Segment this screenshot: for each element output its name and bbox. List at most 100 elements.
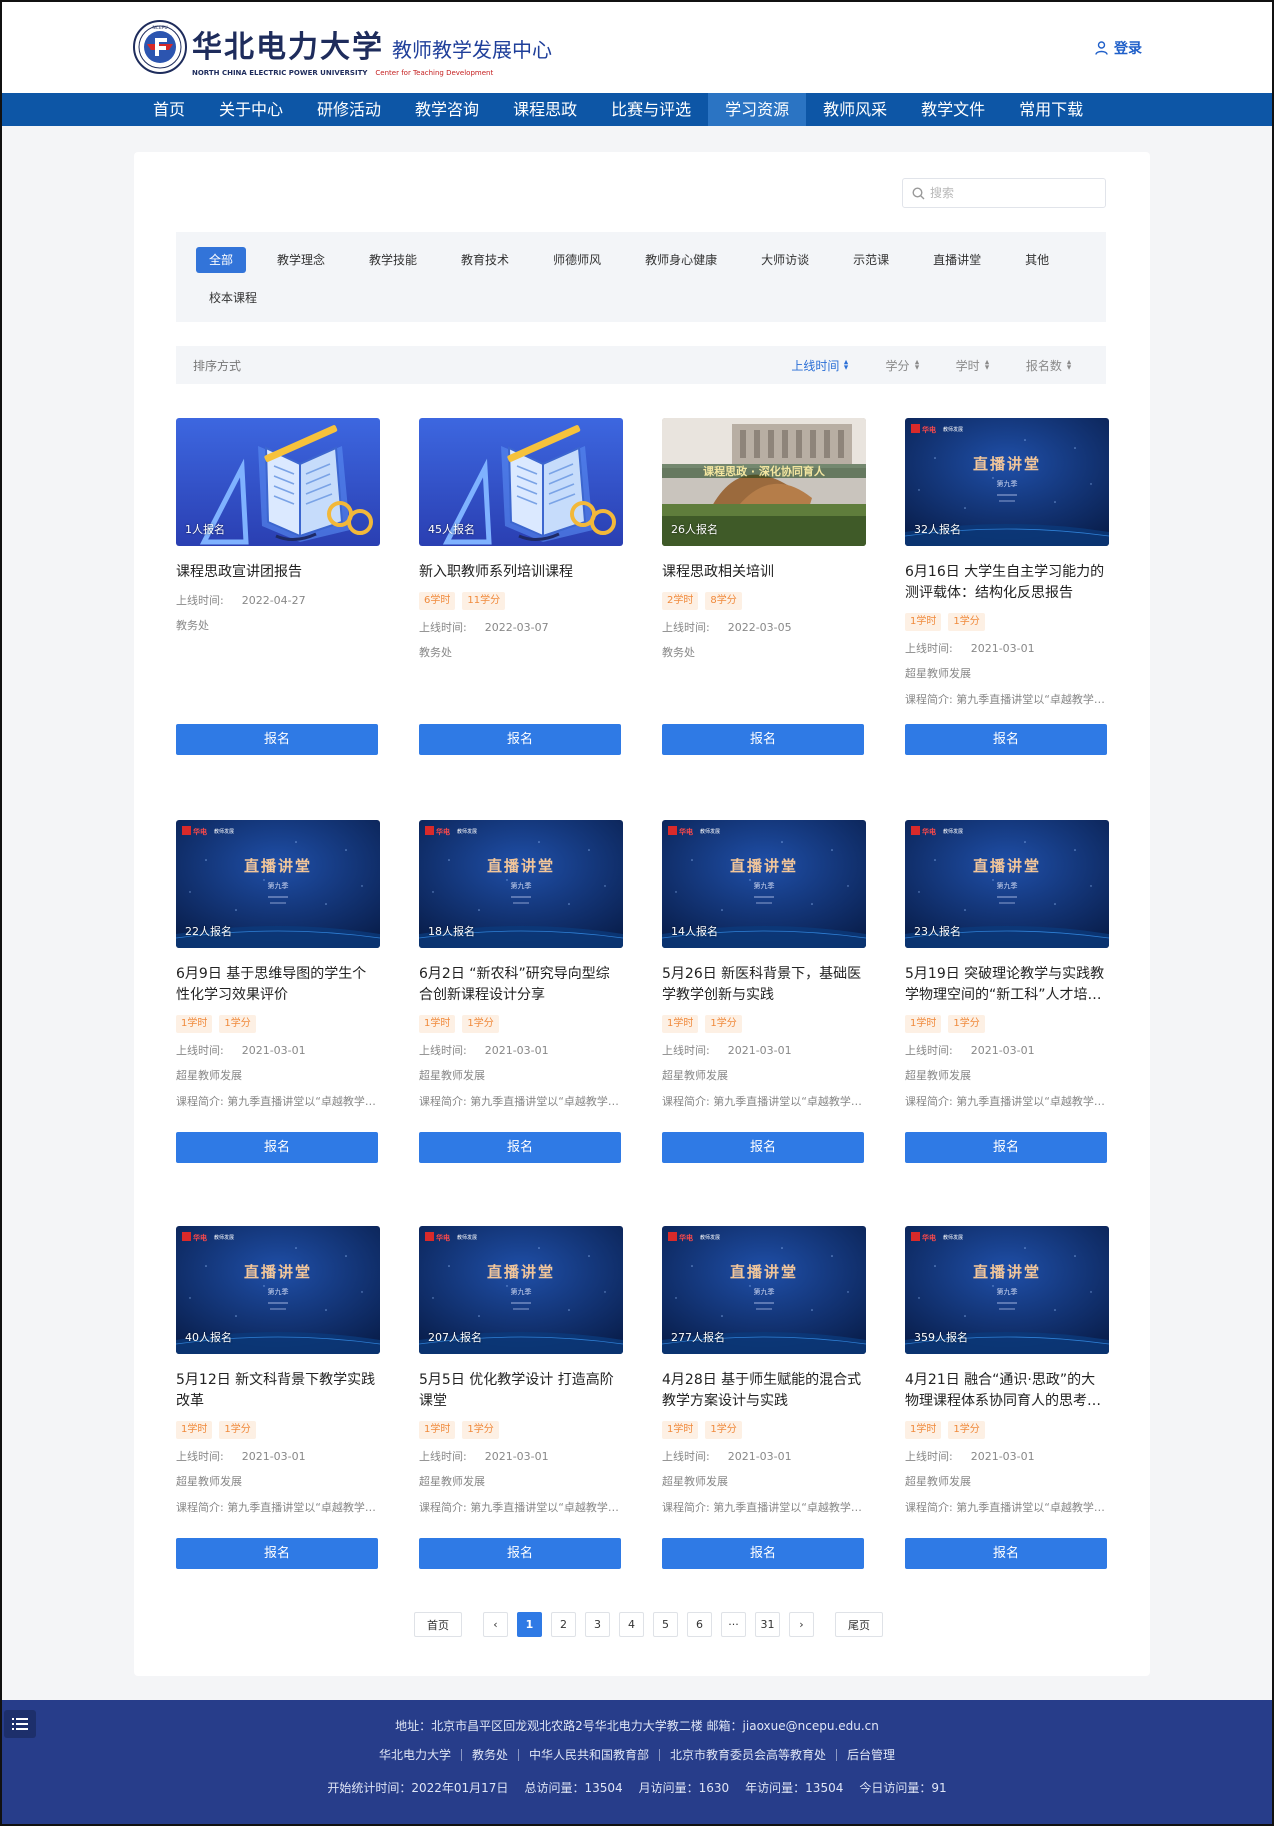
enroll-button[interactable]: 报名: [419, 1538, 621, 1569]
next-page-button[interactable]: ›: [789, 1612, 814, 1637]
online-date-label: 上线时间:: [662, 1044, 710, 1057]
hours-tag: 1学时: [662, 1421, 699, 1439]
nav-item[interactable]: 课程思政: [496, 93, 594, 126]
enroll-button[interactable]: 报名: [419, 724, 621, 755]
enroll-button[interactable]: 报名: [662, 724, 864, 755]
course-title[interactable]: 5月12日 新文科背景下教学实践改革: [176, 1370, 380, 1412]
course-title[interactable]: 4月28日 基于师生赋能的混合式教学方案设计与实践: [662, 1370, 866, 1412]
page-number-button[interactable]: 1: [517, 1612, 542, 1637]
footer-link[interactable]: 华北电力大学: [369, 1749, 462, 1761]
course-title[interactable]: 5月19日 突破理论教学与实践教学物理空间的“新工科”人才培…: [905, 964, 1109, 1006]
course-thumbnail[interactable]: 华电 教师发展 直播讲堂 第九季 207人报名: [419, 1226, 623, 1354]
category-tab[interactable]: 示范课: [840, 247, 902, 273]
course-title[interactable]: 4月21日 融合“通识·思政”的大物理课程体系协同育人的思考与…: [905, 1370, 1109, 1412]
enroll-button[interactable]: 报名: [176, 1538, 378, 1569]
nav-item[interactable]: 教学咨询: [398, 93, 496, 126]
course-card: 华电 教师发展 直播讲堂 第九季 40人报名 5月12日 新文科背景下教学实践改革…: [176, 1226, 380, 1569]
enrolled-count: 23人报名: [914, 925, 961, 938]
category-tab[interactable]: 教师身心健康: [632, 247, 730, 273]
nav-item[interactable]: 关于中心: [202, 93, 300, 126]
nav-item[interactable]: 首页: [136, 93, 202, 126]
live-title-text: 直播讲堂: [487, 857, 555, 875]
course-thumbnail[interactable]: 45人报名: [419, 418, 623, 546]
live-brand-text: 教师发展: [700, 828, 720, 835]
category-tab[interactable]: 师德师风: [540, 247, 614, 273]
last-page-button[interactable]: 尾页: [835, 1612, 883, 1637]
page-number-button[interactable]: 2: [551, 1612, 576, 1637]
sort-option[interactable]: 报名数 ▲ ▼: [1026, 357, 1072, 374]
login-link[interactable]: 登录: [1095, 38, 1142, 58]
page-number-button[interactable]: 6: [687, 1612, 712, 1637]
course-thumbnail[interactable]: 华电 教师发展 直播讲堂 第九季 18人报名: [419, 820, 623, 948]
prev-page-button[interactable]: ‹: [483, 1612, 508, 1637]
menu-toggle-button[interactable]: [4, 1710, 36, 1738]
search-box[interactable]: [902, 178, 1106, 208]
sort-option[interactable]: 学分 ▲ ▼: [885, 357, 919, 374]
sort-option[interactable]: 学时 ▲ ▼: [956, 357, 990, 374]
online-date-row: 上线时间: 2022-03-05: [662, 619, 866, 635]
sort-arrows-icon: ▲ ▼: [984, 358, 989, 371]
category-tab[interactable]: 全部: [196, 247, 247, 273]
course-thumbnail[interactable]: 华电 教师发展 直播讲堂 第九季 23人报名: [905, 820, 1109, 948]
live-title-text: 直播讲堂: [973, 1263, 1041, 1281]
footer-stats: 开始统计时间：2022年01月17日 总访问量：13504 月访问量：1630 年访问…: [2, 1779, 1272, 1796]
enroll-button[interactable]: 报名: [905, 1538, 1107, 1569]
course-title[interactable]: 课程思政宣讲团报告: [176, 562, 380, 583]
nav-item[interactable]: 教师风采: [806, 93, 904, 126]
footer-link[interactable]: 后台管理: [837, 1749, 905, 1761]
category-tab[interactable]: 直播讲堂: [920, 247, 994, 273]
course-thumbnail[interactable]: 课程思政 · 深化协同育人 26人报名: [662, 418, 866, 546]
footer-link[interactable]: 中华人民共和国教育部: [519, 1749, 660, 1761]
university-name-en: NORTH CHINA ELECTRIC POWER UNIVERSITY: [192, 69, 368, 77]
page-ellipsis[interactable]: ···: [721, 1612, 746, 1637]
course-thumbnail[interactable]: 华电 教师发展 直播讲堂 第九季 14人报名: [662, 820, 866, 948]
course-thumbnail[interactable]: 华电 教师发展 直播讲堂 第九季 22人报名: [176, 820, 380, 948]
course-thumbnail[interactable]: 华电 教师发展 直播讲堂 第九季 359人报名: [905, 1226, 1109, 1354]
page-number-button[interactable]: 3: [585, 1612, 610, 1637]
nav-item[interactable]: 常用下载: [1002, 93, 1100, 126]
sort-option-label: 学时: [955, 358, 980, 373]
nav-item[interactable]: 教学文件: [904, 93, 1002, 126]
category-tab[interactable]: 校本课程: [196, 285, 270, 311]
nav-item[interactable]: 研修活动: [300, 93, 398, 126]
enroll-button[interactable]: 报名: [176, 724, 378, 755]
credits-tag: 1学分: [705, 1015, 742, 1033]
category-tab[interactable]: 教育技术: [448, 247, 522, 273]
course-title[interactable]: 6月16日 大学生自主学习能力的测评载体：结构化反思报告: [905, 562, 1109, 604]
course-title[interactable]: 6月2日 “新农科”研究导向型综合创新课程设计分享: [419, 964, 623, 1006]
course-thumbnail[interactable]: 华电 教师发展 直播讲堂 第九季 277人报名: [662, 1226, 866, 1354]
footer-link[interactable]: 教务处: [462, 1749, 519, 1761]
course-card: 华电 教师发展 直播讲堂 第九季 22人报名 6月9日 基于思维导图的学生个性化学…: [176, 820, 380, 1163]
course-title[interactable]: 5月5日 优化教学设计 打造高阶课堂: [419, 1370, 623, 1412]
page-number-button[interactable]: 31: [755, 1612, 780, 1637]
center-name-en: Center for Teaching Development: [375, 69, 494, 77]
category-tab[interactable]: 教学技能: [356, 247, 430, 273]
footer-link[interactable]: 北京市教育委员会高等教育处: [660, 1749, 838, 1761]
first-page-button[interactable]: 首页: [414, 1612, 462, 1637]
course-title[interactable]: 5月26日 新医科背景下，基础医学教学创新与实践: [662, 964, 866, 1006]
enroll-button[interactable]: 报名: [176, 1132, 378, 1163]
category-tab[interactable]: 其他: [1012, 247, 1062, 273]
enroll-button[interactable]: 报名: [419, 1132, 621, 1163]
page-number-button[interactable]: 5: [653, 1612, 678, 1637]
search-input[interactable]: [930, 186, 1090, 200]
enroll-button[interactable]: 报名: [905, 1132, 1107, 1163]
course-title[interactable]: 6月9日 基于思维导图的学生个性化学习效果评价: [176, 964, 380, 1006]
course-title[interactable]: 课程思政相关培训: [662, 562, 866, 583]
hours-tag: 6学时: [419, 592, 456, 610]
enroll-button[interactable]: 报名: [662, 1132, 864, 1163]
category-tab[interactable]: 大师访谈: [748, 247, 822, 273]
course-intro: 课程简介: 第九季直播讲堂以“卓越教学…: [176, 1501, 376, 1514]
page-number-button[interactable]: 4: [619, 1612, 644, 1637]
enroll-button[interactable]: 报名: [905, 724, 1107, 755]
enroll-button[interactable]: 报名: [662, 1538, 864, 1569]
course-title[interactable]: 新入职教师系列培训课程: [419, 562, 623, 583]
course-thumbnail[interactable]: 华电 教师发展 直播讲堂 第九季 40人报名: [176, 1226, 380, 1354]
course-thumbnail[interactable]: 1人报名: [176, 418, 380, 546]
course-thumbnail[interactable]: 华电 教师发展 直播讲堂 第九季 32人报名: [905, 418, 1109, 546]
credits-tag: 11学分: [462, 592, 506, 610]
sort-option[interactable]: 上线时间 ▲ ▼: [791, 357, 849, 374]
nav-item[interactable]: 比赛与评选: [594, 93, 708, 126]
category-tab[interactable]: 教学理念: [264, 247, 338, 273]
nav-item[interactable]: 学习资源: [708, 93, 807, 126]
